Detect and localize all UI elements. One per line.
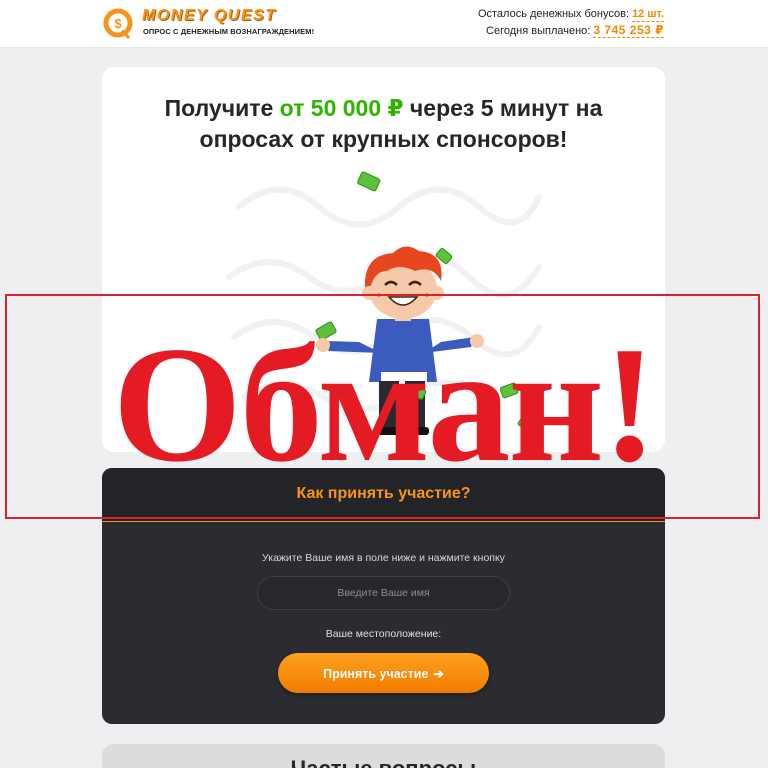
participate-button-label: Принять участие	[323, 666, 429, 681]
hero-title-part1: Получите	[164, 95, 280, 121]
hero-title-accent: от 50 000 ₽	[279, 95, 404, 121]
svg-text:$: $	[114, 16, 122, 31]
logo[interactable]: $ MONEY QUEST ОПРОС С ДЕНЕЖНЫМ ВОЗНАГРАЖ…	[102, 6, 315, 42]
paid-value: 3 745 253 ₽	[593, 23, 664, 38]
bonuses-stat: Осталось денежных бонусов: 12 шт.	[478, 6, 664, 23]
bonuses-label: Осталось денежных бонусов:	[477, 8, 629, 20]
faq-card: Частые вопросы	[102, 744, 665, 768]
logo-subtitle: ОПРОС С ДЕНЕЖНЫМ ВОЗНАГРАЖДЕНИЕМ!	[143, 27, 315, 36]
logo-title: MONEY QUEST	[142, 7, 277, 24]
site-header: $ MONEY QUEST ОПРОС С ДЕНЕЖНЫМ ВОЗНАГРАЖ…	[0, 0, 768, 48]
faq-title: Частые вопросы	[102, 756, 665, 768]
paid-stat: Сегодня выплачено: 3 745 253 ₽	[478, 23, 664, 40]
location-label: Ваше местоположение:	[325, 628, 442, 640]
arrow-right-icon: ➔	[433, 666, 444, 681]
hero-title-part2: через 5 минут на	[403, 95, 603, 121]
scam-stamp: Обман!	[112, 312, 658, 496]
hero-title-line2: опросах от крупных спонсоров!	[199, 126, 568, 152]
paid-label: Сегодня выплачено:	[486, 25, 591, 37]
header-stats: Осталось денежных бонусов: 12 шт. Сегодн…	[478, 6, 664, 40]
hero-title: Получите от 50 000 ₽ через 5 минут на оп…	[102, 93, 665, 155]
name-input[interactable]	[257, 576, 510, 610]
name-hint: Укажите Ваше имя в поле ниже и нажмите к…	[262, 552, 505, 564]
participate-button[interactable]: Принять участие ➔	[278, 653, 489, 693]
logo-money-quest-icon: $	[103, 8, 133, 40]
bonuses-value: 12 шт.	[632, 8, 664, 22]
